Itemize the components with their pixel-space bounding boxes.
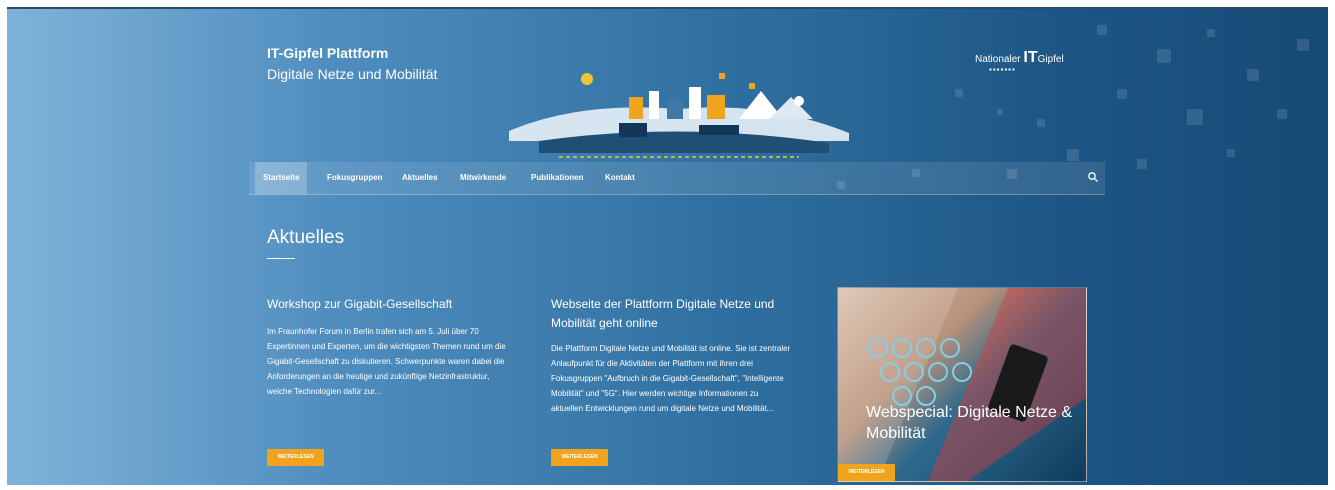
nav-item-fokusgruppen[interactable]: Fokusgruppen xyxy=(319,162,391,194)
nav-item-publikationen[interactable]: Publikationen xyxy=(523,162,591,194)
read-more-button[interactable]: weiterlesen xyxy=(838,464,895,481)
nav-item-startseite[interactable]: Startseite xyxy=(255,162,308,194)
page-frame: IT-Gipfel Plattform Digitale Netze und M… xyxy=(7,7,1328,485)
platform-title: IT-Gipfel Plattform xyxy=(267,45,389,61)
search-icon[interactable] xyxy=(1087,171,1099,183)
platform-subtitle: Digitale Netze und Mobilität xyxy=(267,66,438,82)
article-title[interactable]: Webseite der Plattform Digitale Netze un… xyxy=(551,295,791,333)
it-gipfel-logo[interactable]: Nationaler ITGipfel ▪▪▪▪▪▪▪ xyxy=(975,49,1064,74)
article-text: Im Fraunhofer Forum in Berlin trafen sic… xyxy=(267,327,506,396)
section-title: Aktuelles xyxy=(267,227,345,248)
article-text: Die Plattform Digitale Netze und Mobilit… xyxy=(551,344,791,413)
city-illustration xyxy=(509,73,849,158)
webspecial-image xyxy=(838,288,1086,481)
main-navigation: Startseite Fokusgruppen Aktuelles Mitwir… xyxy=(249,162,1105,195)
article-title[interactable]: Workshop zur Gigabit-Gesellschaft xyxy=(267,295,507,314)
section-divider xyxy=(267,258,295,259)
nav-item-kontakt[interactable]: Kontakt xyxy=(597,162,643,194)
nav-item-mitwirkende[interactable]: Mitwirkende xyxy=(452,162,514,194)
read-more-button[interactable]: weiterlesen xyxy=(551,449,608,466)
webspecial-title: Webspecial: Digitale Netze & Mobilität xyxy=(866,404,1073,442)
read-more-button[interactable]: weiterlesen xyxy=(267,449,324,466)
nav-item-aktuelles[interactable]: Aktuelles xyxy=(394,162,446,194)
webspecial-teaser[interactable]: Webspecial: Digitale Netze & Mobilität w… xyxy=(837,287,1087,482)
